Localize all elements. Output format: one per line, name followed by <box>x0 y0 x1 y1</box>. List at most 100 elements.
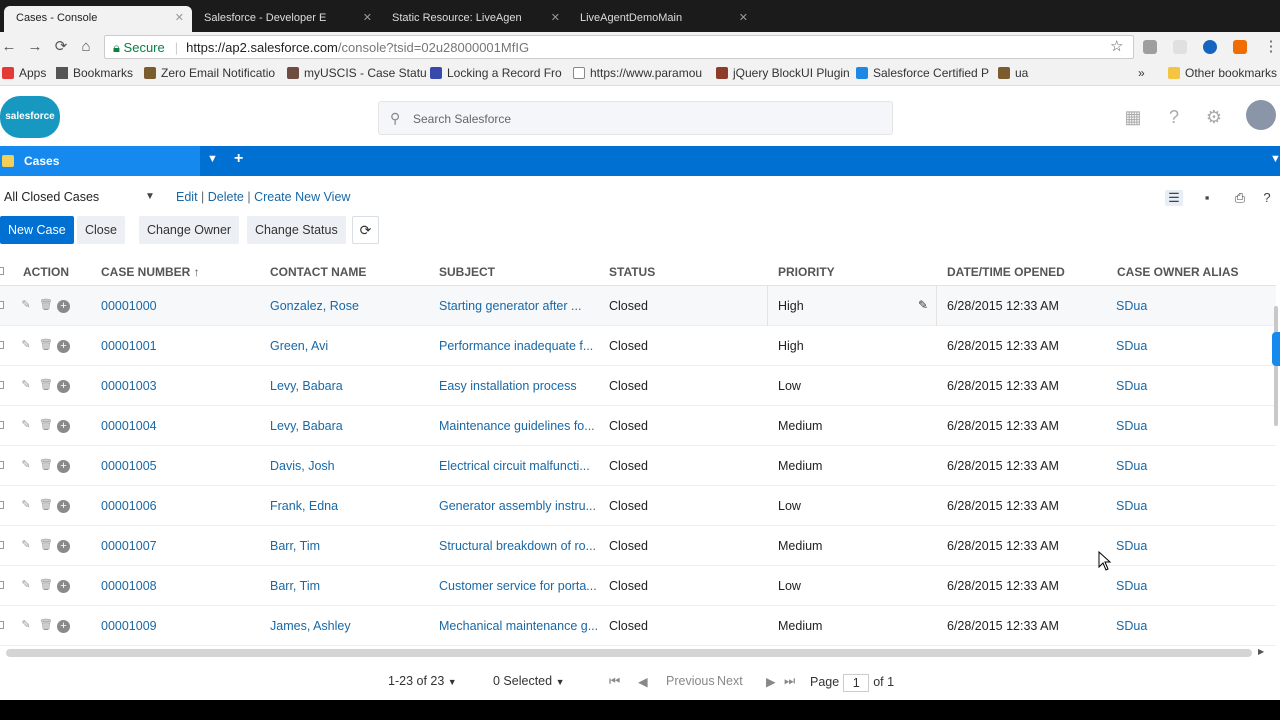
delete-icon[interactable]: 🗑︎ <box>39 538 53 552</box>
column-header-status[interactable]: STATUS <box>609 265 655 279</box>
edit-icon[interactable]: ✎ <box>20 338 32 352</box>
table-row[interactable]: ✎ 🗑︎ + 00001001 Green, Avi Performance i… <box>0 326 1276 366</box>
plus-icon[interactable]: + <box>57 540 70 553</box>
subject-link[interactable]: Customer service for porta... <box>439 579 597 593</box>
create-view-link[interactable]: Create New View <box>254 190 350 204</box>
contact-link[interactable]: Barr, Tim <box>270 579 320 593</box>
owner-link[interactable]: SDua <box>1116 539 1147 553</box>
delete-icon[interactable]: 🗑︎ <box>39 338 53 352</box>
delete-icon[interactable]: 🗑︎ <box>39 458 53 472</box>
list-view-icon[interactable]: ☰ <box>1165 190 1183 206</box>
owner-link[interactable]: SDua <box>1116 419 1147 433</box>
row-checkbox[interactable] <box>0 501 4 509</box>
menu-icon[interactable]: ⋮ <box>1262 38 1280 56</box>
loading-icon[interactable]: ⟳ <box>52 38 70 56</box>
delete-icon[interactable]: 🗑︎ <box>39 418 53 432</box>
last-page-icon[interactable]: ⏭ <box>784 674 795 689</box>
contact-link[interactable]: Davis, Josh <box>270 459 335 473</box>
horizontal-scrollbar[interactable]: ▶ <box>6 647 1268 657</box>
owner-link[interactable]: SDua <box>1116 619 1147 633</box>
column-header-subject[interactable]: SUBJECT <box>439 265 495 279</box>
star-icon[interactable]: ☆ <box>1110 37 1123 55</box>
close-icon[interactable]: ✕ <box>739 11 748 24</box>
contact-link[interactable]: James, Ashley <box>270 619 351 633</box>
browser-tab[interactable]: Static Resource: LiveAgen ✕ <box>380 6 568 32</box>
row-checkbox[interactable] <box>0 461 4 469</box>
bookmark-item[interactable]: Salesforce Certified P <box>856 66 989 80</box>
gear-icon[interactable]: ⚙ <box>1203 106 1225 128</box>
add-tab-icon[interactable]: + <box>234 150 243 168</box>
row-checkbox[interactable] <box>0 621 4 629</box>
case-number-link[interactable]: 00001001 <box>101 339 157 353</box>
new-case-button[interactable]: New Case <box>0 216 74 244</box>
case-number-link[interactable]: 00001009 <box>101 619 157 633</box>
subject-link[interactable]: Starting generator after ... <box>439 299 581 313</box>
column-header-contact-name[interactable]: CONTACT NAME <box>270 265 366 279</box>
record-range-select[interactable]: 1-23 of 23 ▼ <box>388 674 457 688</box>
table-row[interactable]: ✎ 🗑︎ + 00001004 Levy, Babara Maintenance… <box>0 406 1276 446</box>
owner-link[interactable]: SDua <box>1116 459 1147 473</box>
delete-view-link[interactable]: Delete <box>208 190 244 204</box>
subject-link[interactable]: Performance inadequate f... <box>439 339 593 353</box>
case-number-link[interactable]: 00001008 <box>101 579 157 593</box>
subject-link[interactable]: Structural breakdown of ro... <box>439 539 596 553</box>
bookmark-item[interactable]: jQuery BlockUI Plugin <box>716 66 850 80</box>
edit-icon[interactable]: ✎ <box>20 418 32 432</box>
print-icon[interactable]: ⎙ <box>1231 190 1249 206</box>
row-checkbox[interactable] <box>0 541 4 549</box>
extension-icon[interactable] <box>1233 40 1247 54</box>
select-all-checkbox[interactable] <box>0 267 4 275</box>
column-header-case-number[interactable]: CASE NUMBER ↑ <box>101 265 200 279</box>
extension-icon[interactable] <box>1143 40 1157 54</box>
edit-icon[interactable]: ✎ <box>20 578 32 592</box>
case-number-link[interactable]: 00001005 <box>101 459 157 473</box>
bookmark-item[interactable]: myUSCIS - Case Statu <box>287 66 427 80</box>
help-icon[interactable]: ? <box>1258 190 1276 206</box>
case-number-link[interactable]: 00001004 <box>101 419 157 433</box>
row-checkbox[interactable] <box>0 341 4 349</box>
chevron-down-icon[interactable]: ▼ <box>207 153 218 165</box>
plus-icon[interactable]: + <box>57 580 70 593</box>
forward-icon[interactable]: → <box>26 38 44 56</box>
inline-edit-icon[interactable]: ✎ <box>918 298 928 312</box>
subject-link[interactable]: Maintenance guidelines fo... <box>439 419 595 433</box>
scroll-right-icon[interactable]: ▶ <box>1258 647 1264 656</box>
change-owner-button[interactable]: Change Owner <box>139 216 240 244</box>
column-header-owner-alias[interactable]: CASE OWNER ALIAS <box>1117 265 1239 279</box>
row-checkbox[interactable] <box>0 381 4 389</box>
salesforce-logo[interactable]: salesforce <box>0 96 60 138</box>
owner-link[interactable]: SDua <box>1116 339 1147 353</box>
case-number-link[interactable]: 00001006 <box>101 499 157 513</box>
owner-link[interactable]: SDua <box>1116 299 1147 313</box>
contact-link[interactable]: Levy, Babara <box>270 379 343 393</box>
contact-link[interactable]: Barr, Tim <box>270 539 320 553</box>
home-icon[interactable]: ⌂ <box>77 38 95 56</box>
extension-icon[interactable] <box>1173 40 1187 54</box>
plus-icon[interactable]: + <box>57 500 70 513</box>
bookmark-apps[interactable]: Apps <box>2 66 46 80</box>
subject-link[interactable]: Mechanical maintenance g... <box>439 619 598 633</box>
chevron-down-icon[interactable]: ▼ <box>145 191 155 202</box>
delete-icon[interactable]: 🗑︎ <box>39 618 53 632</box>
owner-link[interactable]: SDua <box>1116 499 1147 513</box>
plus-icon[interactable]: + <box>57 420 70 433</box>
scrollbar-thumb[interactable] <box>1274 306 1278 426</box>
prev-page-icon[interactable]: ◀ <box>638 674 648 689</box>
next-page-link[interactable]: Next <box>717 674 743 688</box>
extension-icon[interactable] <box>1203 40 1217 54</box>
delete-icon[interactable]: 🗑︎ <box>39 578 53 592</box>
browser-tab[interactable]: Salesforce - Developer E ✕ <box>192 6 380 32</box>
plus-icon[interactable]: + <box>57 340 70 353</box>
contact-link[interactable]: Green, Avi <box>270 339 328 353</box>
back-icon[interactable]: ← <box>0 38 18 56</box>
contact-link[interactable]: Gonzalez, Rose <box>270 299 359 313</box>
case-number-link[interactable]: 00001000 <box>101 299 157 313</box>
chat-icon[interactable]: ▪ <box>1198 190 1216 206</box>
previous-page-link[interactable]: Previous <box>666 674 715 688</box>
edit-icon[interactable]: ✎ <box>20 618 32 632</box>
plus-icon[interactable]: + <box>57 380 70 393</box>
contact-link[interactable]: Levy, Babara <box>270 419 343 433</box>
search-input[interactable]: ⚲ Search Salesforce <box>378 101 893 135</box>
other-bookmarks[interactable]: Other bookmarks <box>1168 66 1277 80</box>
close-button[interactable]: Close <box>77 216 125 244</box>
